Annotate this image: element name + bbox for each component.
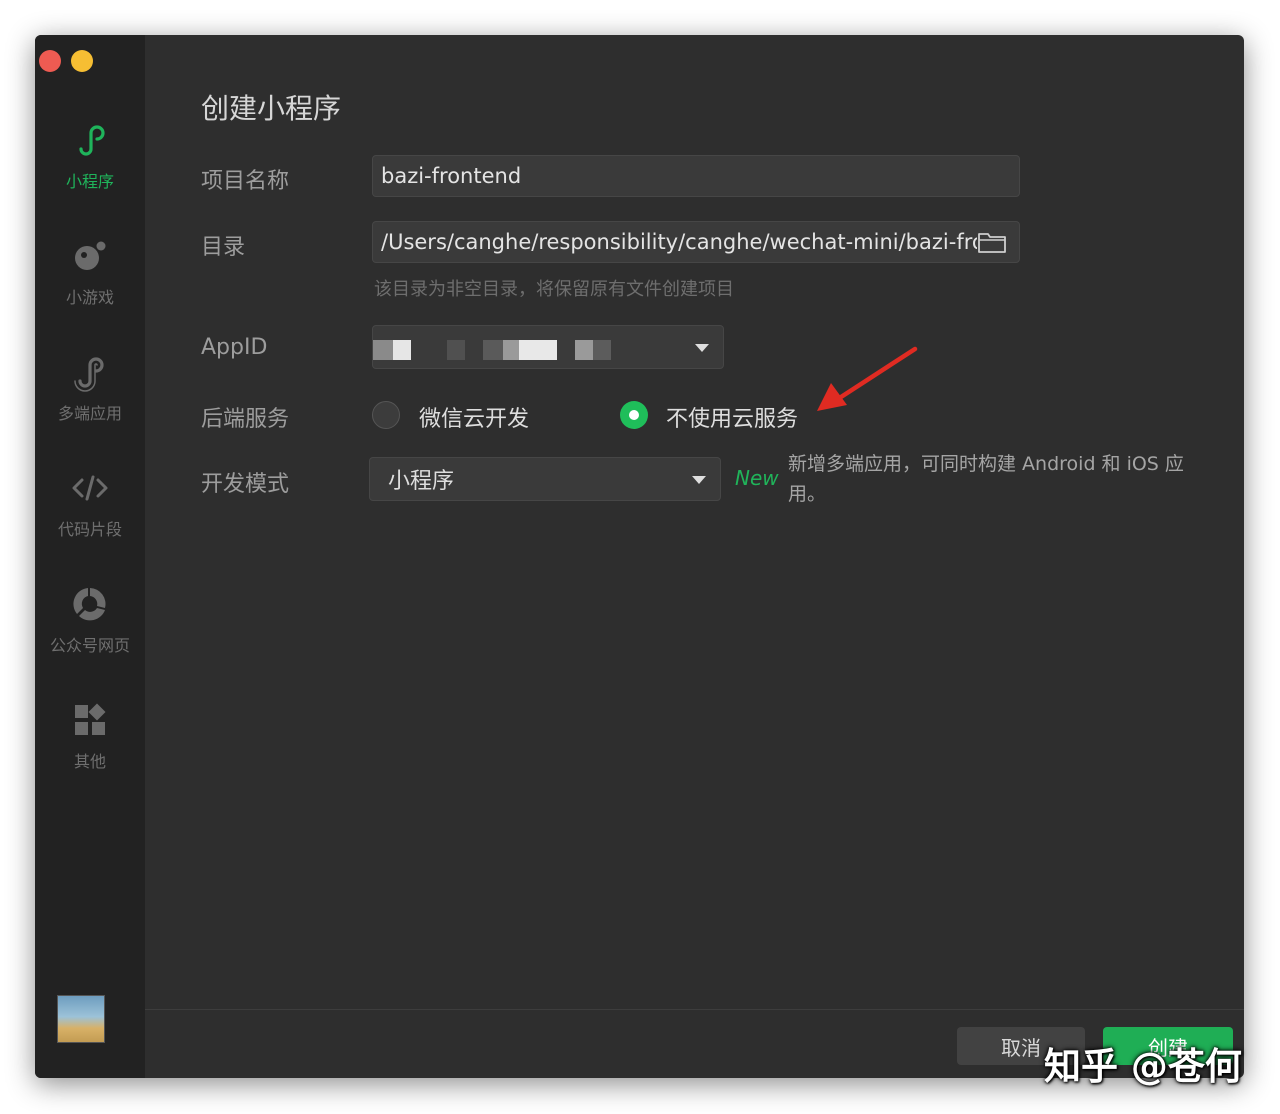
chevron-down-icon bbox=[692, 476, 706, 484]
sidebar-item-multi-platform[interactable]: 多端应用 bbox=[35, 352, 145, 424]
sidebar-item-game[interactable]: 小游戏 bbox=[35, 236, 145, 308]
blurred-appid bbox=[373, 340, 393, 360]
annotation-arrow-icon bbox=[817, 346, 918, 411]
miniprogram-icon bbox=[79, 125, 105, 156]
multi-platform-icon bbox=[74, 357, 104, 392]
appid-label: AppID bbox=[201, 335, 268, 360]
page-title: 创建小程序 bbox=[201, 92, 342, 125]
project-name-label: 项目名称 bbox=[201, 169, 290, 194]
directory-value: /Users/canghe/responsibility/canghe/wech… bbox=[381, 230, 977, 254]
blurred-appid bbox=[393, 340, 411, 360]
directory-input[interactable]: /Users/canghe/responsibility/canghe/wech… bbox=[372, 221, 1020, 263]
sidebar-item-label: 公众号网页 bbox=[49, 636, 130, 655]
sidebar-item-other[interactable]: 其他 bbox=[35, 700, 145, 772]
blurred-appid bbox=[503, 340, 519, 360]
avatar[interactable] bbox=[57, 995, 105, 1043]
sidebar-item-label: 多端应用 bbox=[57, 404, 122, 423]
appid-select[interactable] bbox=[372, 325, 724, 369]
new-badge: New bbox=[735, 466, 779, 490]
directory-label: 目录 bbox=[201, 235, 246, 260]
blurred-appid bbox=[447, 340, 465, 360]
backend-label: 后端服务 bbox=[201, 407, 290, 432]
watermark: 知乎 @苍何 bbox=[1044, 1045, 1242, 1088]
chevron-down-icon bbox=[695, 344, 709, 352]
code-icon bbox=[72, 475, 108, 501]
dev-mode-label: 开发模式 bbox=[201, 472, 290, 497]
radio-wechat-cloud-label[interactable]: 微信云开发 bbox=[419, 401, 529, 433]
footer-divider bbox=[145, 1009, 1244, 1010]
create-form: 创建小程序 项目名称 bazi-frontend 目录 /Users/cangh… bbox=[145, 35, 1244, 1078]
create-miniprogram-window: 小程序 小游戏 多端应用 代码片段 公众号网页 其他 创建小程序 项目名称 ba… bbox=[35, 35, 1244, 1078]
dev-mode-description: 新增多端应用，可同时构建 Android 和 iOS 应用。 bbox=[788, 453, 1184, 505]
dev-mode-value: 小程序 bbox=[388, 469, 455, 494]
sidebar-item-code-snippet[interactable]: 代码片段 bbox=[35, 468, 145, 540]
folder-icon[interactable] bbox=[977, 229, 1007, 255]
sidebar-item-label: 小游戏 bbox=[65, 288, 114, 307]
minimize-window-button[interactable] bbox=[71, 50, 93, 72]
sidebar-item-official-account[interactable]: 公众号网页 bbox=[35, 584, 145, 656]
blurred-appid bbox=[519, 340, 557, 360]
close-window-button[interactable] bbox=[39, 50, 61, 72]
blurred-appid bbox=[575, 340, 593, 360]
sidebar-item-miniprogram[interactable]: 小程序 bbox=[35, 120, 145, 192]
grid-icon bbox=[75, 703, 106, 735]
radio-no-cloud-label[interactable]: 不使用云服务 bbox=[666, 401, 798, 433]
sidebar-item-label: 代码片段 bbox=[57, 520, 122, 539]
sidebar-item-label: 其他 bbox=[73, 752, 106, 771]
radio-no-cloud[interactable] bbox=[620, 401, 648, 429]
project-name-input[interactable]: bazi-frontend bbox=[372, 155, 1020, 197]
project-name-value: bazi-frontend bbox=[381, 164, 522, 188]
official-account-icon bbox=[73, 588, 106, 621]
sidebar: 小程序 小游戏 多端应用 代码片段 公众号网页 其他 bbox=[35, 35, 145, 1078]
radio-wechat-cloud[interactable] bbox=[372, 401, 400, 429]
sidebar-item-label: 小程序 bbox=[65, 172, 114, 191]
blurred-appid bbox=[483, 340, 503, 360]
blurred-appid bbox=[593, 340, 611, 360]
dev-mode-select[interactable]: 小程序 bbox=[369, 457, 721, 501]
directory-hint: 该目录为非空目录，将保留原有文件创建项目 bbox=[374, 279, 734, 300]
game-icon bbox=[75, 241, 106, 270]
